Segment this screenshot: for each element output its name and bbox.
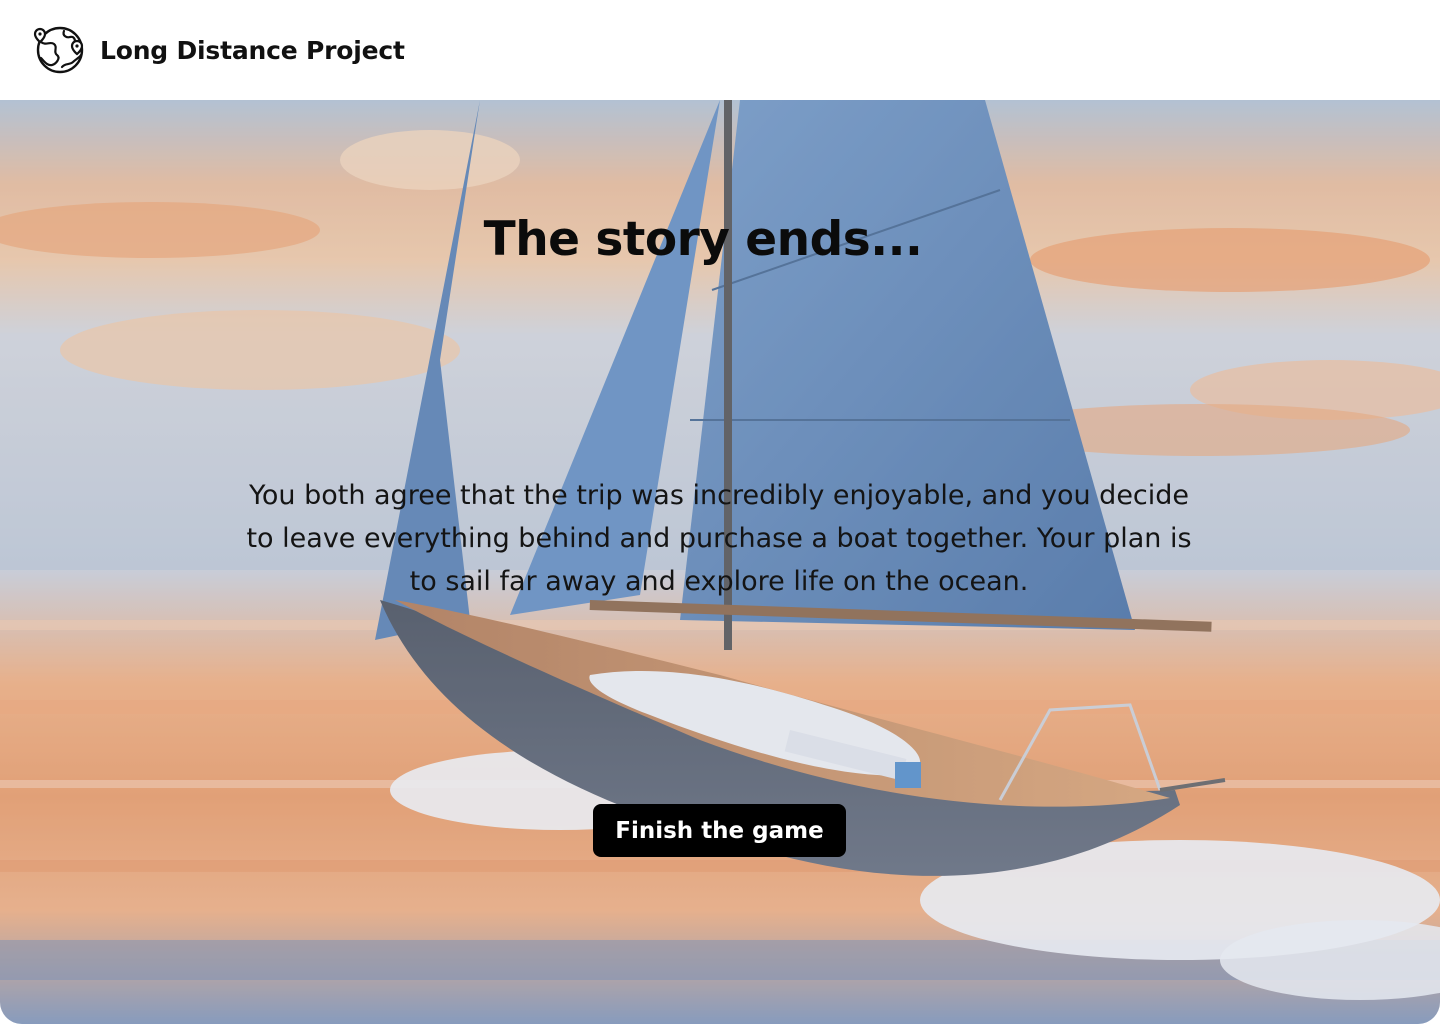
- app-title: Long Distance Project: [100, 35, 405, 65]
- ending-title: The story ends...: [483, 212, 923, 267]
- story-ending-panel: The story ends... You both agree that th…: [0, 100, 1440, 1024]
- top-bar: Long Distance Project: [0, 0, 1440, 100]
- ending-story-text: You both agree that the trip was incredi…: [246, 480, 1192, 597]
- finish-game-button[interactable]: Finish the game: [593, 804, 846, 857]
- globe-with-pins-icon: [33, 26, 84, 74]
